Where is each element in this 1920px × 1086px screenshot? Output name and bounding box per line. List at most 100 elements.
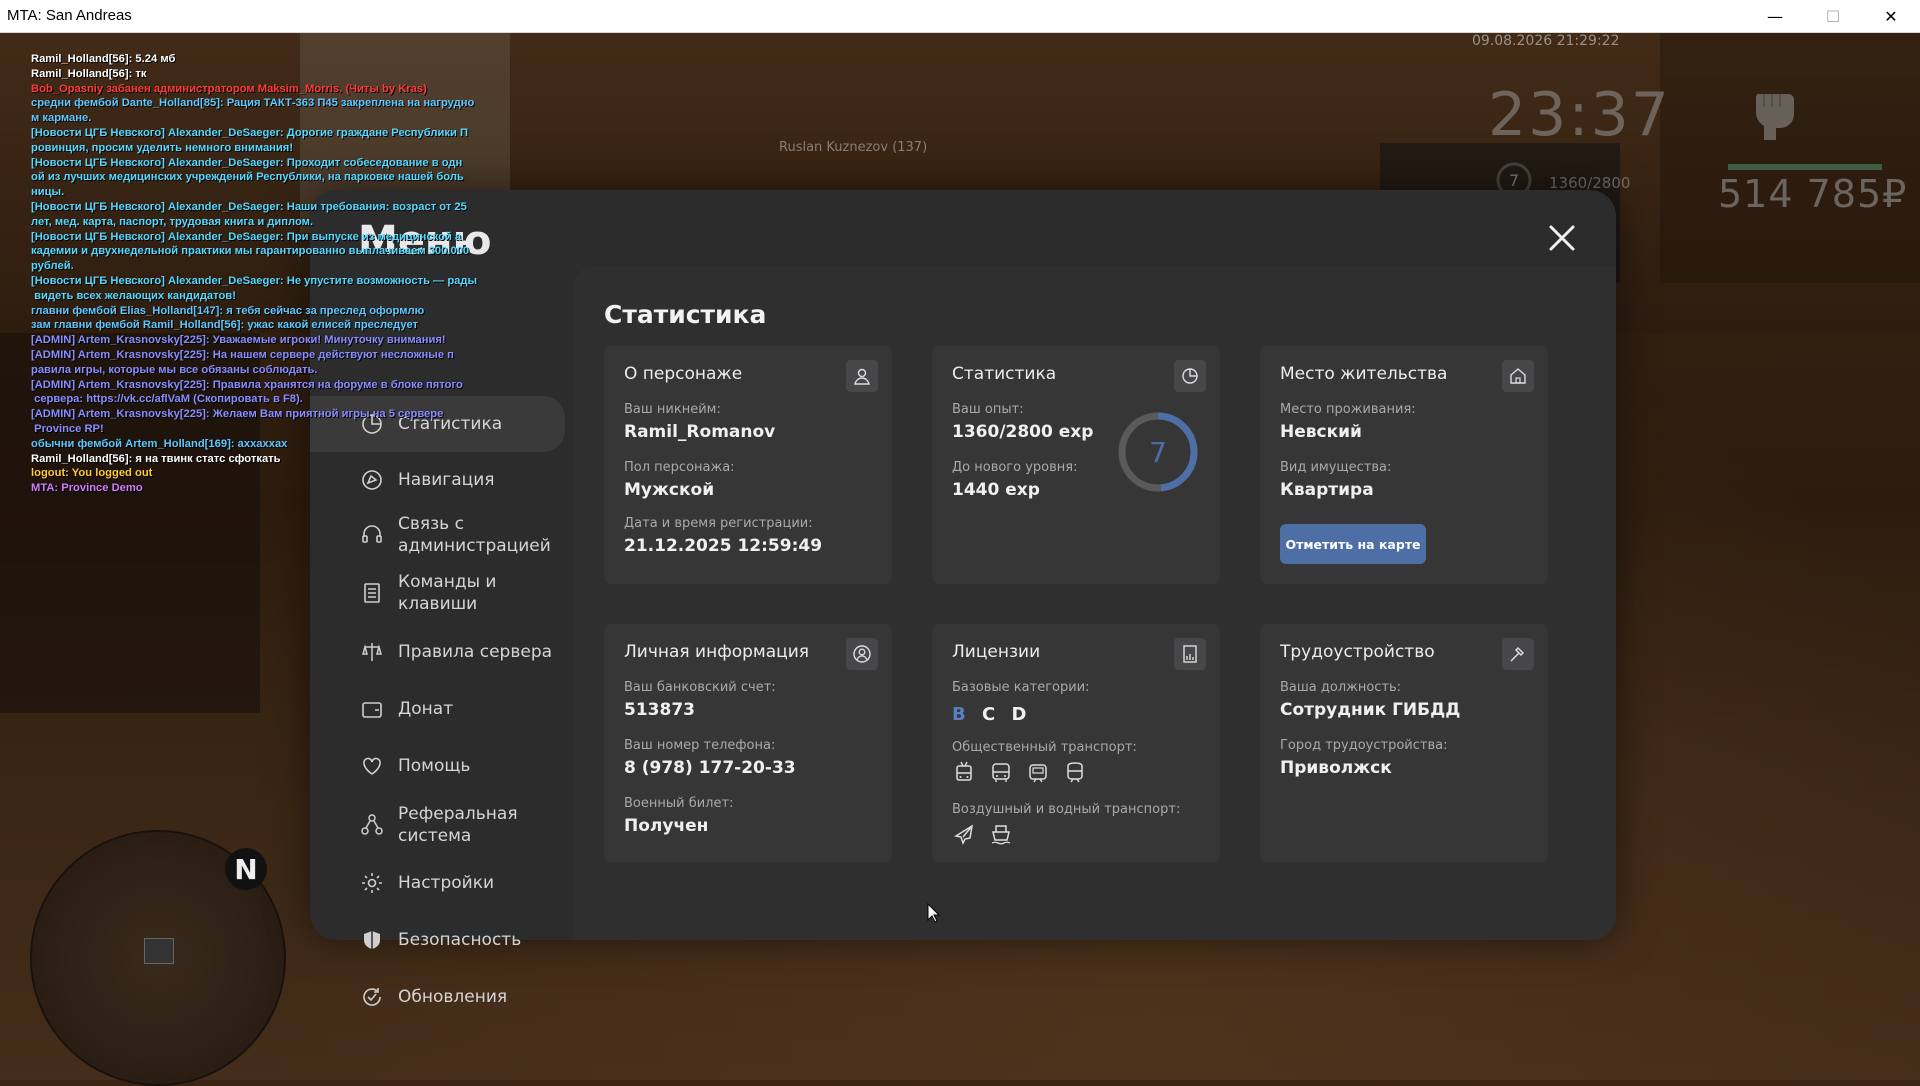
chat-line: ровинция, просим уделить немного внимани… [31,141,294,154]
next-level-value: 1440 exp [952,480,1040,500]
property-type-value: Квартира [1280,480,1374,500]
category-b: B [952,704,966,725]
hud-money: 514 785₽ [1718,172,1908,216]
chat-line: [Новости ЦГБ Невского] Alexander_DeSaege… [31,274,478,287]
chat-line: [Новости ЦГБ Невского] Alexander_DeSaege… [31,126,468,139]
mark-on-map-button[interactable]: Отметить на карте [1280,524,1426,564]
category-c: C [982,704,996,725]
boat-icon [991,825,1011,845]
nickname-value: Ramil_Romanov [624,422,776,442]
chat-line: ницы. [31,186,65,199]
card-licenses-title: Лицензии [952,642,1041,662]
job-position-value: Сотрудник ГИБДД [1280,700,1461,720]
exp-label: Ваш опыт: [952,402,1024,417]
chat-line: [ADMIN] Artem_Krasnovsky[225]: Желаем Ва… [31,408,444,421]
hud-level: 7 [1509,171,1519,190]
user-icon [846,360,878,392]
chat-line: видеть всех желающих кандидатов! [31,289,236,302]
chat-line: лет, мед. карта, паспорт, трудовая книга… [31,215,314,228]
phone-value: 8 (978) 177-20-33 [624,758,796,778]
military-value: Получен [624,816,709,836]
public-transport-icons [952,760,1087,784]
chat-line: Province RP! [31,422,104,435]
sidebar-item-referral[interactable]: Реферальная система [310,800,565,850]
close-icon[interactable] [1542,218,1582,258]
chat-log: Ramil_Holland[56]: 5.24 мб Ramil_Holland[… [31,52,511,496]
residence-place-value: Невский [1280,422,1362,442]
hud-time: 23:37 [1488,80,1671,150]
chat-line: [ADMIN] Artem_Krasnovsky[225]: На нашем … [31,348,454,361]
metro-icon [1067,762,1083,783]
window-close-button[interactable]: ✕ [1862,0,1920,32]
exp-value: 1360/2800 exp [952,422,1094,442]
chat-line: сервера: https://vk.cc/aflVaM (Скопирова… [31,393,303,406]
sidebar-label-admin-contact: Связь с администрацией [398,514,551,556]
sidebar-item-admin-contact[interactable]: Связь с администрацией [310,510,565,560]
window-titlebar: MTA: San Andreas — ☐ ✕ [0,0,1920,33]
card-personal-title: Личная информация [624,642,810,662]
job-position-label: Ваша должность: [1280,680,1402,695]
statistics-content: Статистика О персонаже Ваш никнейм: Rami… [574,266,1616,940]
minimize-button[interactable]: — [1746,0,1804,32]
support-icon [362,525,382,543]
base-categories-label: Базовые категории: [952,680,1090,695]
chat-line: зам главни фембой Ramil_Holland[56]: ужа… [31,319,418,332]
chat-line: MTA: Province Demo [31,482,143,495]
fist-icon [1756,94,1794,140]
sidebar-label-donate: Донат [398,699,454,719]
registration-label: Дата и время регистрации: [624,516,813,531]
chat-line: рублей. [31,260,74,273]
sidebar-item-security[interactable]: Безопасность [310,918,565,962]
level-number: 7 [1149,436,1167,469]
air-water-icons [952,822,1013,846]
job-city-label: Город трудоустройства: [1280,738,1448,753]
hud-date: 09.08.2026 21:29:22 [1472,33,1620,49]
chat-line: Ramil_Holland[56]: я на твинк статс сфот… [31,452,281,465]
shield-icon [364,931,380,949]
card-employment: Трудоустройство Ваша должность: Сотрудни… [1260,624,1548,862]
referral-icon [361,814,383,835]
card-licenses: Лицензии Базовые категории: B C D Общест… [932,624,1220,862]
mouse-cursor-icon [927,903,941,923]
bus-icon [992,763,1010,782]
player-nametag: Ruslan Kuznezov (137) [779,140,928,155]
property-type-label: Вид имущества: [1280,460,1392,475]
bank-value: 513873 [624,700,695,720]
license-categories: B C D [952,704,1036,725]
next-level-label: До нового уровня: [952,460,1078,475]
chat-line: м кармане. [31,112,92,125]
card-stats: Статистика Ваш опыт: 1360/2800 exp До но… [932,346,1220,584]
phone-label: Ваш номер телефона: [624,738,776,753]
sidebar-item-rules[interactable]: Правила сервера [310,630,565,674]
chat-line: [ADMIN] Artem_Krasnovsky[225]: Уважаемые… [31,334,446,347]
updates-icon [363,988,381,1006]
air-water-label: Воздушный и водный транспорт: [952,802,1181,817]
sidebar-item-updates[interactable]: Обновления [310,975,565,1019]
residence-place-label: Место проживания: [1280,402,1416,417]
maximize-button[interactable]: ☐ [1804,0,1862,32]
chat-line: главни фембой Elias_Holland[147]: я тебя… [31,304,425,317]
profile-circle-icon [846,638,878,670]
sidebar-label-security: Безопасность [398,930,522,950]
help-icon [363,757,381,775]
sidebar-item-donate[interactable]: Донат [310,687,565,731]
gear-icon [362,873,382,893]
minimap-player-blip [144,938,174,964]
chat-line: средни фембой Dante_Holland[85]: Рация Т… [31,97,475,110]
pie-chart-icon [1174,360,1206,392]
chat-line: обычни фембой Artem_Holland[169]: аххахх… [31,437,288,450]
sidebar-item-settings[interactable]: Настройки [310,861,565,905]
registration-value: 21.12.2025 12:59:49 [624,536,823,556]
nickname-label: Ваш никнейм: [624,402,721,417]
chat-line: [Новости ЦГБ Невского] Alexander_DeSaege… [31,200,467,213]
sidebar-label-referral: Реферальная система [398,804,518,846]
job-city-value: Приволжск [1280,758,1392,778]
commands-icon [364,583,380,603]
trolleybus-icon [956,761,972,781]
sidebar-item-commands[interactable]: Команды и клавиши [310,568,565,618]
gender-value: Мужской [624,480,715,500]
window-title: MTA: San Andreas [7,7,132,24]
chat-line: равила игры, которые мы все обязаны собл… [31,363,318,376]
sidebar-item-help[interactable]: Помощь [310,744,565,788]
hud-health-bar [1728,164,1882,170]
